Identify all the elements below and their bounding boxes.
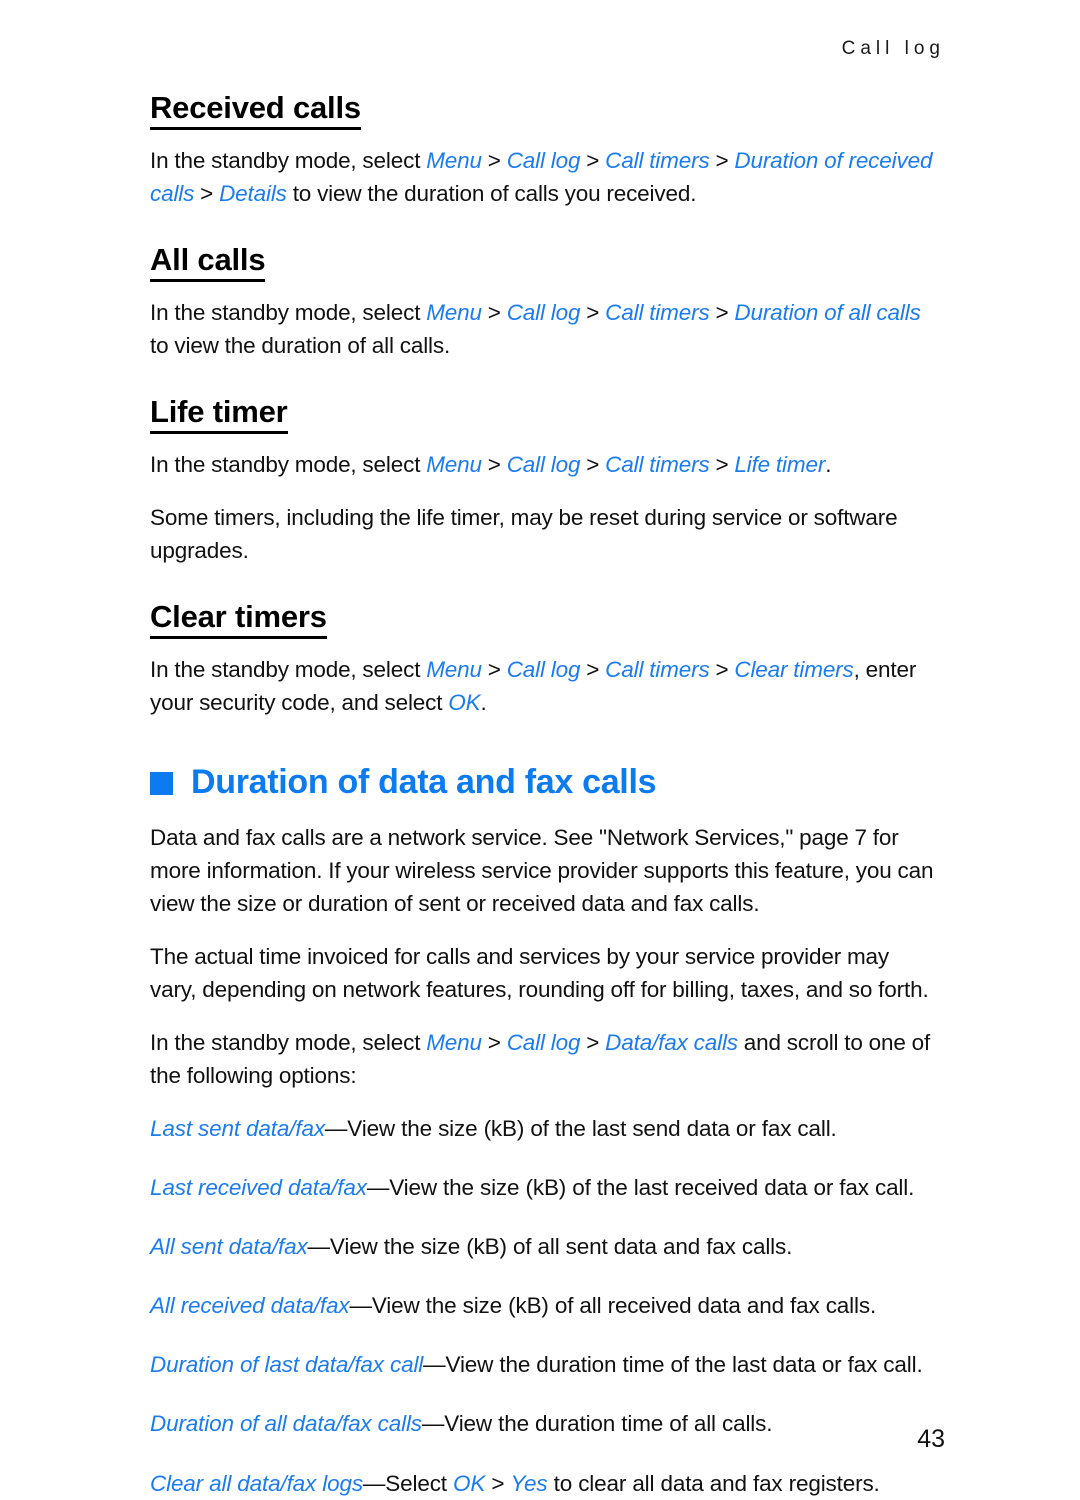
menu-separator: > [481,299,507,325]
chapter-paragraph: Data and fax calls are a network service… [150,821,940,920]
body-text: In the standby mode, select [150,656,427,682]
menu-separator: > [481,1030,507,1055]
blue-square-bullet-icon [150,772,173,796]
menu-item-reference: All sent data/fax [150,1234,308,1260]
body-text: —View the duration time of the last data… [423,1352,923,1378]
menu-item-reference: Call timers [605,451,710,477]
running-header: Call log [841,38,945,59]
option-list-item: Last sent data/fax—View the size (kB) of… [150,1112,940,1145]
section-heading: Clear timers [150,600,327,639]
sections-container: Received calls In the standby mode, selec… [150,91,940,719]
menu-item-reference: Call timers [605,656,710,682]
body-text: In the standby mode, select [150,299,427,325]
menu-separator: > [485,1470,511,1496]
body-text: Data and fax calls are a network service… [150,824,934,916]
body-text: In the standby mode, select [150,1030,427,1055]
menu-separator: > [709,656,735,682]
menu-separator: > [580,451,606,477]
option-list-item: Duration of last data/fax call—View the … [150,1348,940,1381]
menu-item-reference: Duration of all calls [734,299,921,325]
menu-item-reference: Last sent data/fax [150,1116,325,1142]
menu-separator: > [481,147,507,173]
menu-item-reference: Details [219,180,287,206]
option-list-item: All sent data/fax—View the size (kB) of … [150,1230,940,1263]
menu-item-reference: Menu [426,1030,482,1055]
body-text: . [480,689,487,715]
body-text: to view the duration of all calls. [150,332,451,358]
menu-item-reference: Call timers [605,147,710,173]
section-paragraph: In the standby mode, select Menu > Call … [150,448,940,481]
section-paragraph: In the standby mode, select Menu > Call … [150,144,940,210]
menu-item-reference: OK [448,689,481,715]
body-text: In the standby mode, select [150,147,427,173]
section-paragraph: In the standby mode, select Menu > Call … [150,653,940,719]
menu-separator: > [481,451,507,477]
chapter-container: Duration of data and fax calls Data and f… [150,763,940,1500]
menu-item-reference: Menu [426,299,482,325]
menu-separator: > [709,451,735,477]
menu-item-reference: Call log [506,1030,581,1055]
menu-separator: > [580,656,606,682]
menu-separator: > [709,299,735,325]
menu-item-reference: All received data/fax [150,1293,350,1319]
menu-item-reference: Clear timers [734,656,854,682]
body-text: to clear all data and fax registers. [547,1470,880,1496]
menu-item-reference: Clear all data/fax logs [150,1470,363,1496]
body-text: —View the size (kB) of the last received… [366,1175,915,1201]
menu-item-reference: Call log [506,451,581,477]
menu-item-reference: Yes [510,1470,548,1496]
menu-item-reference: Call log [506,656,581,682]
menu-item-reference: Menu [426,147,482,173]
section-heading: Life timer [150,395,288,434]
body-text: . [825,451,832,477]
body-text: —View the size (kB) of all sent data and… [307,1234,793,1260]
body-text: to view the duration of calls you receiv… [286,180,697,206]
body-text: Some timers, including the life timer, m… [150,504,898,563]
menu-item-reference: Life timer [734,451,826,477]
option-list-item: Clear all data/fax logs—Select OK > Yes … [150,1467,940,1500]
chapter-heading: Duration of data and fax calls [150,763,940,801]
menu-separator: > [481,656,507,682]
body-text: —Select [362,1470,454,1496]
section-paragraph: Some timers, including the life timer, m… [150,501,940,567]
option-list-item: Last received data/fax—View the size (kB… [150,1171,940,1204]
body-text: —View the size (kB) of all received data… [349,1293,877,1319]
chapter-title: Duration of data and fax calls [191,763,657,801]
menu-item-reference: Menu [426,451,482,477]
option-list-item: All received data/fax—View the size (kB)… [150,1289,940,1322]
menu-item-reference: Call log [506,299,581,325]
body-text: —View the size (kB) of the last send dat… [324,1116,837,1142]
menu-item-reference: Data/fax calls [605,1030,738,1055]
menu-separator: > [580,147,606,173]
section-heading: All calls [150,243,266,282]
manual-page: Call log Received calls In the standby mo… [0,0,1080,1496]
page-number: 43 [917,1425,945,1453]
menu-separator: > [194,180,220,206]
menu-item-reference: Menu [426,656,482,682]
body-text: In the standby mode, select [150,451,427,477]
menu-separator: > [580,299,606,325]
menu-item-reference: OK [453,1470,486,1496]
section-heading: Received calls [150,91,361,130]
section-paragraph: In the standby mode, select Menu > Call … [150,296,940,362]
menu-item-reference: Duration of last data/fax call [150,1352,424,1378]
body-text: The actual time invoiced for calls and s… [150,943,929,1002]
chapter-paragraph: In the standby mode, select Menu > Call … [150,1026,940,1092]
menu-separator: > [580,1030,606,1055]
menu-item-reference: Last received data/fax [150,1175,367,1201]
menu-item-reference: Call timers [605,299,710,325]
page-content: Received calls In the standby mode, selec… [150,91,940,1500]
menu-separator: > [709,147,735,173]
menu-item-reference: Call log [506,147,581,173]
chapter-paragraph: The actual time invoiced for calls and s… [150,940,940,1006]
